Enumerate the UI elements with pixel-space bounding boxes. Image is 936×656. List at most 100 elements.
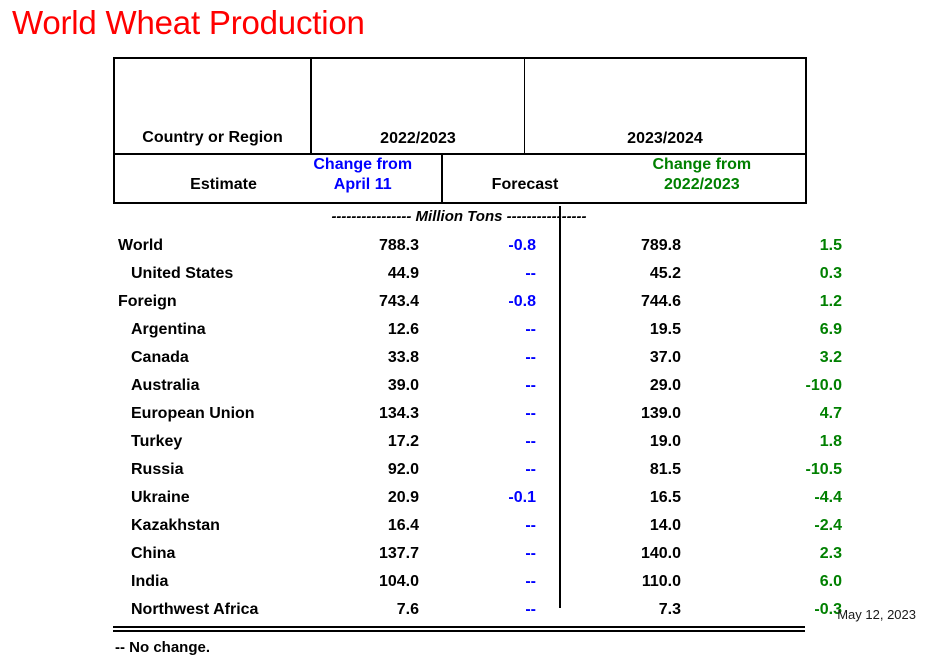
cell-forecast: 19.0 <box>649 432 681 450</box>
cell-forecast: 110.0 <box>641 572 681 590</box>
header-country-or-region: Country or Region <box>114 58 312 154</box>
table-row: India 104.0 -- 110.0 6.0 <box>113 568 857 596</box>
cell-estimate: 7.6 <box>396 600 419 618</box>
cell-change-april: -- <box>525 544 536 562</box>
cell-estimate: 33.8 <box>387 348 419 366</box>
cell-estimate: 104.0 <box>378 572 419 590</box>
cell-forecast: 14.0 <box>649 516 681 534</box>
table-bottom-rule <box>113 625 805 632</box>
table-row: Australia 39.0 -- 29.0 -10.0 <box>113 372 857 400</box>
header-col-forecast: Forecast <box>441 155 607 203</box>
row-label: Northwest Africa <box>131 600 259 618</box>
row-label: Kazakhstan <box>131 516 220 534</box>
data-table-body: World 788.3 -0.8 789.8 1.5 United States 44.9 -… <box>113 232 857 624</box>
row-label: European Union <box>131 404 255 422</box>
header-col-change-april-sublabel: Change from <box>313 156 413 173</box>
header-col-estimate-label: Estimate <box>190 176 257 194</box>
row-label: Australia <box>131 376 200 394</box>
cell-change-april: -- <box>525 460 536 478</box>
cell-estimate: 92.0 <box>387 460 419 478</box>
cell-forecast: 37.0 <box>649 348 681 366</box>
row-label: United States <box>131 264 234 282</box>
header-col-change-season: Change from 2022/2023 <box>607 155 806 203</box>
cell-forecast: 140.0 <box>640 544 681 562</box>
row-label: India <box>131 572 169 590</box>
table-row: Foreign 743.4 -0.8 744.6 1.2 <box>113 288 857 316</box>
table-footnote: -- No change. <box>115 638 211 656</box>
header-col-estimate: Estimate <box>114 155 292 203</box>
date-stamp: May 12, 2023 <box>837 607 916 622</box>
cell-change-season: 6.0 <box>819 572 842 590</box>
units-caption: ---------------- Million Tons ----------… <box>113 204 805 232</box>
header-col-change-season-label: 2022/2023 <box>664 176 740 194</box>
cell-change-april: -- <box>525 264 536 282</box>
cell-change-april: -- <box>525 600 536 618</box>
cell-change-season: -10.0 <box>805 376 842 394</box>
row-label: Turkey <box>131 432 183 450</box>
cell-forecast: 19.5 <box>649 320 681 338</box>
cell-estimate: 17.2 <box>387 432 419 450</box>
cell-estimate: 134.3 <box>378 404 419 422</box>
row-label: China <box>131 544 176 562</box>
table-row: Kazakhstan 16.4 -- 14.0 -2.4 <box>113 512 857 540</box>
cell-forecast: 16.5 <box>649 488 681 506</box>
cell-change-april: -- <box>525 516 536 534</box>
cell-change-season: -10.5 <box>805 460 842 478</box>
table-row: Canada 33.8 -- 37.0 3.2 <box>113 344 857 372</box>
cell-change-season: 3.2 <box>819 348 842 366</box>
table-row: European Union 134.3 -- 139.0 4.7 <box>113 400 857 428</box>
row-label: Foreign <box>118 292 177 310</box>
header-row-bottom: Estimate Change from April 11 Forecast C… <box>114 155 806 203</box>
row-label: Ukraine <box>131 488 190 506</box>
header-col-forecast-label: Forecast <box>491 176 559 194</box>
cell-forecast: 789.8 <box>640 236 681 254</box>
cell-change-season: -4.4 <box>814 488 842 506</box>
row-label: World <box>118 236 164 254</box>
cell-change-april: -0.8 <box>508 292 536 310</box>
table-row: Turkey 17.2 -- 19.0 1.8 <box>113 428 857 456</box>
cell-change-season: 6.9 <box>819 320 842 338</box>
cell-forecast: 29.0 <box>649 376 681 394</box>
cell-change-april: -0.1 <box>508 488 536 506</box>
cell-change-april: -- <box>525 572 536 590</box>
page-title: World Wheat Production <box>12 4 365 41</box>
season-divider-line <box>559 205 561 608</box>
table-row: World 788.3 -0.8 789.8 1.5 <box>113 232 857 260</box>
table-row: Argentina 12.6 -- 19.5 6.9 <box>113 316 857 344</box>
cell-change-season: 2.3 <box>819 544 842 562</box>
row-label: Russia <box>131 460 184 478</box>
cell-change-april: -- <box>525 404 536 422</box>
cell-forecast: 139.0 <box>640 404 681 422</box>
cell-estimate: 743.4 <box>378 292 419 310</box>
cell-change-april: -- <box>525 432 536 450</box>
production-table: Country or Region 2022/2023 2023/2024 Es… <box>113 57 842 656</box>
cell-change-season: -0.3 <box>814 600 842 618</box>
table-row: Northwest Africa 7.6 -- 7.3 -0.3 <box>113 596 857 624</box>
table-row: Ukraine 20.9 -0.1 16.5 -4.4 <box>113 484 857 512</box>
header-col-change-april-label: April 11 <box>333 176 392 194</box>
cell-change-season: 1.8 <box>819 432 842 450</box>
cell-change-season: 4.7 <box>819 404 842 422</box>
data-table: World 788.3 -0.8 789.8 1.5 United States 44.9 -… <box>113 232 857 624</box>
header-group-2023-2024: 2023/2024 <box>524 58 806 155</box>
header-group-2022-2023: 2022/2023 <box>310 58 525 155</box>
cell-estimate: 39.0 <box>387 376 419 394</box>
cell-change-april: -- <box>525 376 536 394</box>
header-col-change-season-sublabel: Change from <box>652 156 752 173</box>
cell-change-season: 0.3 <box>819 264 842 282</box>
table-row: United States 44.9 -- 45.2 0.3 <box>113 260 857 288</box>
header-row-top: Country or Region 2022/2023 2023/2024 <box>114 58 806 155</box>
cell-estimate: 44.9 <box>387 264 419 282</box>
cell-estimate: 137.7 <box>378 544 419 562</box>
row-label: Canada <box>131 348 189 366</box>
table-subheader: Estimate Change from April 11 Forecast C… <box>113 155 807 204</box>
cell-estimate: 788.3 <box>378 236 419 254</box>
cell-change-season: 1.2 <box>819 292 842 310</box>
table-body-wrap: World 788.3 -0.8 789.8 1.5 United States 44.9 -… <box>113 205 842 624</box>
cell-forecast: 81.5 <box>649 460 681 478</box>
row-label: Argentina <box>131 320 206 338</box>
cell-forecast: 744.6 <box>640 292 681 310</box>
units-caption-text: ---------------- Million Tons ----------… <box>331 207 587 225</box>
header-col-change-april: Change from April 11 <box>292 155 442 203</box>
table-row: China 137.7 -- 140.0 2.3 <box>113 540 857 568</box>
